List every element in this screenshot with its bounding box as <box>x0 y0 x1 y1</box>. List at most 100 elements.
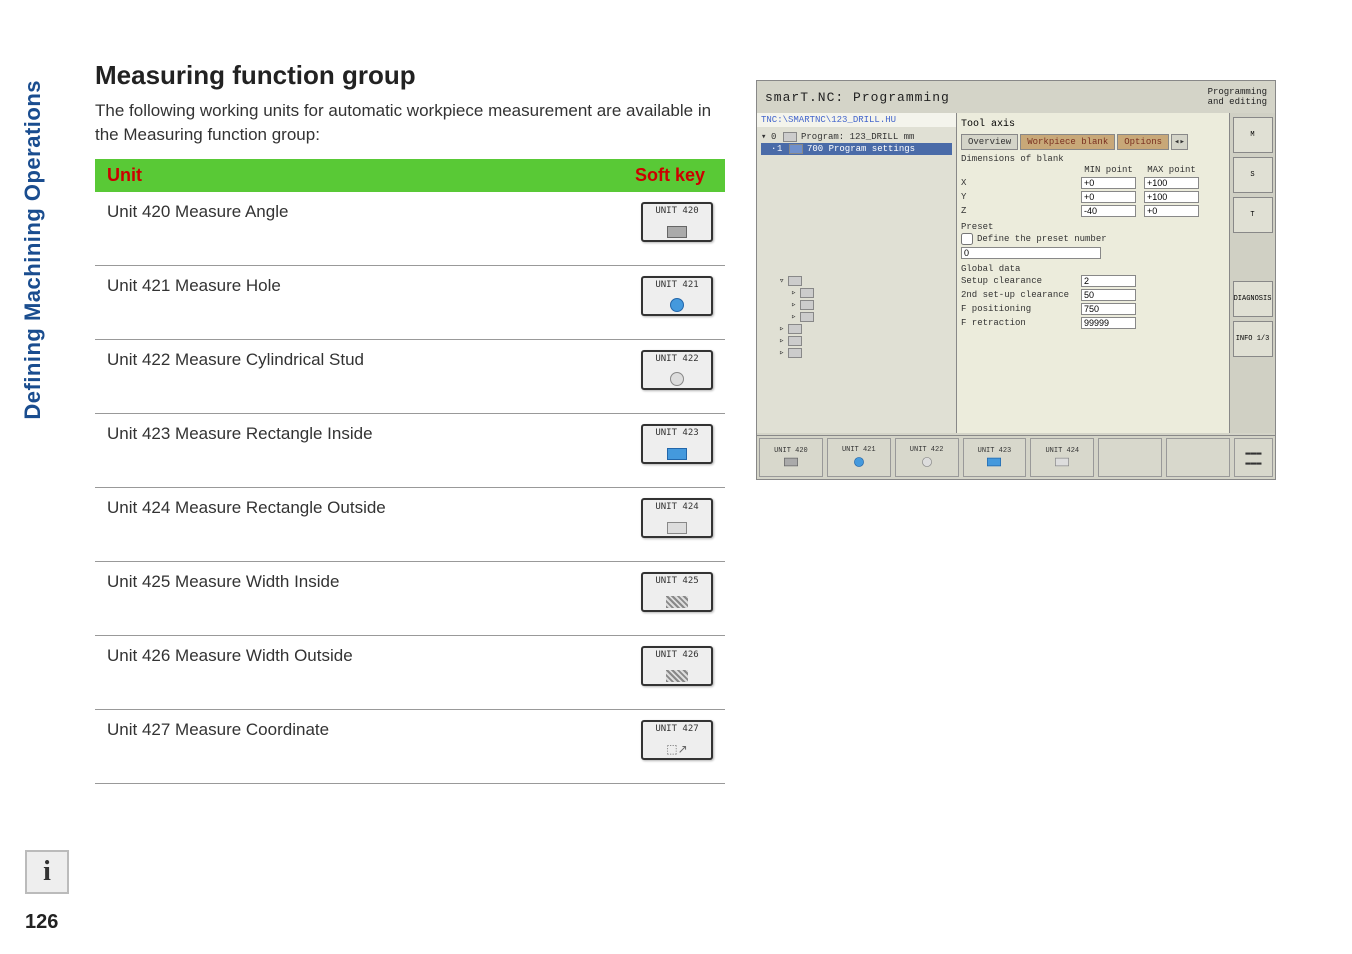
sidebar-btn-m[interactable]: M <box>1233 117 1273 153</box>
unit-table: Unit Soft key Unit 420 Measure Angle UNI… <box>95 159 725 784</box>
softkey-btn-empty[interactable] <box>1098 438 1162 477</box>
program-icon <box>783 132 797 142</box>
table-row: Unit 422 Measure Cylindrical Stud UNIT 4… <box>95 339 725 413</box>
softkey-cell: UNIT 424 <box>615 487 725 561</box>
softkey-btn-421[interactable]: UNIT 421 <box>827 438 891 477</box>
f-ret-input[interactable] <box>1081 317 1136 329</box>
tree-collapsed-row[interactable]: ▹ <box>779 311 952 323</box>
sidebar-section-label: Defining Machining Operations <box>20 80 46 420</box>
program-tree: ▾ 0 Program: 123_DRILL mm · 1 700 Progra… <box>757 127 956 363</box>
hole-icon <box>854 457 864 467</box>
mode-line2: and editing <box>1208 97 1267 107</box>
unit-name: Unit 427 Measure Coordinate <box>95 709 615 783</box>
mode-line1: Programming <box>1208 87 1267 97</box>
second-cl-input[interactable] <box>1081 289 1136 301</box>
max-label: MAX point <box>1144 165 1199 175</box>
screenshot-params-panel: Tool axis Z Overview Workpiece blank Opt… <box>957 113 1275 433</box>
tree-collapsed-row[interactable]: ▹ <box>779 335 952 347</box>
softkey-icon-427: UNIT 427 ⬚↗ <box>641 720 713 760</box>
softkey-btn-420[interactable]: UNIT 420 <box>759 438 823 477</box>
x-max-input[interactable] <box>1144 177 1199 189</box>
table-row: Unit 426 Measure Width Outside UNIT 426 <box>95 635 725 709</box>
softkey-cell: UNIT 425 <box>615 561 725 635</box>
preset-label: Preset <box>961 222 1271 232</box>
file-path: TNC:\SMARTNC\123_DRILL.HU <box>757 113 956 127</box>
tab-workpiece[interactable]: Workpiece blank <box>1020 134 1115 150</box>
tree-collapsed-row[interactable]: ▹ <box>779 347 952 359</box>
softkey-btn-423[interactable]: UNIT 423 <box>963 438 1027 477</box>
softkey-label: UNIT 425 <box>643 576 711 586</box>
tree-row-settings[interactable]: · 1 700 Program settings <box>761 143 952 155</box>
softkey-icon-422: UNIT 422 <box>641 350 713 390</box>
tab-scroll[interactable]: ◂▸ <box>1171 134 1188 150</box>
sidebar-btn-t[interactable]: T <box>1233 197 1273 233</box>
z-label: Z <box>961 206 1081 216</box>
table-row: Unit 420 Measure Angle UNIT 420 <box>95 192 725 266</box>
table-row: Unit 424 Measure Rectangle Outside UNIT … <box>95 487 725 561</box>
tree-row-num: 0 <box>771 132 783 142</box>
x-min-input[interactable] <box>1081 177 1136 189</box>
unit-name: Unit 426 Measure Width Outside <box>95 635 615 709</box>
preset-checkbox[interactable] <box>961 233 973 245</box>
angle-icon <box>784 458 798 466</box>
softkey-btn-paging[interactable]: ▬▬▬ ▬▬▬ <box>1234 438 1273 477</box>
collapsed-icon <box>800 312 814 322</box>
stud-icon <box>922 457 932 467</box>
softkey-icon-425: UNIT 425 <box>641 572 713 612</box>
softkey-cell: UNIT 427 ⬚↗ <box>615 709 725 783</box>
rect-inside-icon <box>987 458 1001 466</box>
settings-icon <box>789 144 803 154</box>
softkey-btn-422[interactable]: UNIT 422 <box>895 438 959 477</box>
table-row: Unit 427 Measure Coordinate UNIT 427 ⬚↗ <box>95 709 725 783</box>
softkey-label: UNIT 420 <box>643 206 711 216</box>
softkey-label: UNIT 421 <box>643 280 711 290</box>
z-min-input[interactable] <box>1081 205 1136 217</box>
preset-value-input[interactable] <box>961 247 1101 259</box>
sidebar-btn-info[interactable]: INFO 1/3 <box>1233 321 1273 357</box>
tree-collapsed-row[interactable]: ▹ <box>779 299 952 311</box>
softkey-icon-423: UNIT 423 <box>641 424 713 464</box>
collapsed-icon <box>800 288 814 298</box>
collapsed-icon <box>788 276 802 286</box>
screenshot-mode: Programming and editing <box>1208 87 1267 107</box>
softkey-label: UNIT 423 <box>643 428 711 438</box>
dim-label: Dimensions of blank <box>961 154 1271 164</box>
f-pos-input[interactable] <box>1081 303 1136 315</box>
rect-outside-icon <box>1055 458 1069 466</box>
tab-overview[interactable]: Overview <box>961 134 1018 150</box>
page-up-icon: ▬▬▬ <box>1245 448 1261 458</box>
tree-collapsed-row[interactable]: ▿ <box>779 275 952 287</box>
softkey-btn-empty[interactable] <box>1166 438 1230 477</box>
min-label: MIN point <box>1081 165 1136 175</box>
setup-cl-input[interactable] <box>1081 275 1136 287</box>
softkey-label: UNIT 424 <box>643 502 711 512</box>
table-row: Unit 421 Measure Hole UNIT 421 <box>95 265 725 339</box>
screenshot-panel: smarT.NC: Programming Programming and ed… <box>756 80 1276 480</box>
tree-collapsed-row[interactable]: ▹ <box>779 323 952 335</box>
softkey-icon-426: UNIT 426 <box>641 646 713 686</box>
softkey-btn-424[interactable]: UNIT 424 <box>1030 438 1094 477</box>
tree-row-program[interactable]: ▾ 0 Program: 123_DRILL mm <box>761 131 952 143</box>
z-max-input[interactable] <box>1144 205 1199 217</box>
angle-icon <box>667 226 687 238</box>
softkey-label: UNIT 422 <box>643 354 711 364</box>
dimensions-section: Dimensions of blank MIN point MAX point … <box>961 154 1271 218</box>
softkey-icon-421: UNIT 421 <box>641 276 713 316</box>
width-outside-icon <box>666 670 688 682</box>
width-inside-icon <box>666 596 688 608</box>
page-number: 126 <box>25 911 58 934</box>
softkey-icon-424: UNIT 424 <box>641 498 713 538</box>
sidebar-btn-s[interactable]: S <box>1233 157 1273 193</box>
collapsed-icon <box>800 300 814 310</box>
unit-name: Unit 423 Measure Rectangle Inside <box>95 413 615 487</box>
screenshot-header: smarT.NC: Programming Programming and ed… <box>757 81 1275 113</box>
tree-collapsed-row[interactable]: ▹ <box>779 287 952 299</box>
y-max-input[interactable] <box>1144 191 1199 203</box>
y-min-input[interactable] <box>1081 191 1136 203</box>
softkey-cell: UNIT 426 <box>615 635 725 709</box>
softkey-bar: UNIT 420 UNIT 421 UNIT 422 UNIT 423 UNIT… <box>757 435 1275 479</box>
coordinate-icon: ⬚↗ <box>643 742 711 756</box>
table-row: Unit 423 Measure Rectangle Inside UNIT 4… <box>95 413 725 487</box>
sidebar-btn-diagnosis[interactable]: DIAGNOSIS <box>1233 281 1273 317</box>
tab-options[interactable]: Options <box>1117 134 1169 150</box>
